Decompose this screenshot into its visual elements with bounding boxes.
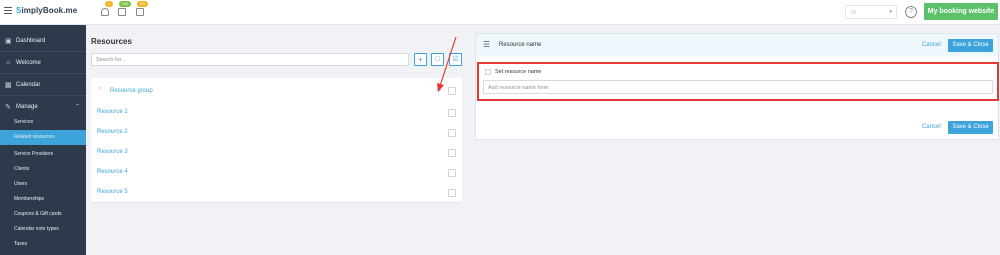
sidebar-subitem-related-resources[interactable]: Related resources (0, 130, 86, 145)
user-icon: ☺ (850, 9, 858, 16)
chevron-down-icon: ▾ (889, 9, 892, 15)
sidebar-subitem-service-providers[interactable]: Service Providers (0, 147, 86, 162)
checkbox-icon: ☑ (452, 56, 459, 63)
resource-list: ☺ Resource group + Resource 1 Resource 2… (91, 78, 462, 203)
sidebar-subitem-calendar-note-types[interactable]: Calendar note types (0, 222, 86, 237)
group-checkbox[interactable] (448, 87, 456, 95)
sidebar-subitem-services[interactable]: Services (0, 115, 86, 130)
sidebar-subitem-taxes[interactable]: Taxes (0, 237, 86, 252)
list-item[interactable]: Resource 5 (91, 183, 462, 203)
list-item[interactable]: Resource 4 (91, 163, 462, 183)
editor-header: ☰ Resource name Cancel Save & Close (476, 34, 998, 56)
list-item[interactable]: Resource 3 (91, 143, 462, 163)
chevron-up-icon: ⌃ (74, 104, 80, 110)
save-close-button-bottom[interactable]: Save & Close (948, 121, 993, 134)
help-icon[interactable]: ? (905, 6, 917, 18)
list-item[interactable]: Resource 1 (91, 103, 462, 123)
save-close-button[interactable]: Save & Close (948, 39, 993, 52)
select-all-button[interactable]: ☑ (449, 53, 462, 66)
sidebar-subitem-clients[interactable]: Clients (0, 162, 86, 177)
set-name-checkbox[interactable] (485, 69, 491, 75)
sidebar-subitem-users[interactable]: Users (0, 177, 86, 192)
item-checkbox[interactable] (448, 169, 456, 177)
delete-button[interactable]: □ (431, 53, 444, 66)
item-checkbox[interactable] (448, 109, 456, 117)
filter-icon: ☰ (483, 40, 491, 49)
group-icon: ☺ (97, 86, 104, 92)
add-button[interactable]: + (414, 53, 427, 66)
add-to-group-icon[interactable]: + (436, 85, 441, 95)
list-item[interactable]: Resource 2 (91, 123, 462, 143)
top-bar: SimplyBook.me 1 100 89 ☺ ▾ ? My booking … (0, 0, 1000, 25)
notification-badge: 1 (105, 1, 113, 7)
dashboard-icon: ▣ (5, 38, 12, 45)
resource-name-input[interactable]: Add resource name here (483, 80, 993, 94)
search-input[interactable]: Search for... (91, 53, 409, 66)
user-dropdown[interactable]: ☺ ▾ (845, 5, 897, 19)
logo[interactable]: SimplyBook.me (16, 6, 77, 15)
notification-badge: 89 (137, 1, 148, 7)
my-booking-website-button[interactable]: My booking website (924, 3, 998, 20)
page-title: Resources (91, 37, 132, 46)
cancel-button[interactable]: Cancel (922, 42, 941, 48)
sidebar-subitem-memberships[interactable]: Memberships (0, 192, 86, 207)
calendar-icon[interactable] (136, 8, 144, 16)
sidebar-item-dashboard[interactable]: ▣ Dashboard (0, 30, 86, 52)
notification-badge: 100 (119, 1, 131, 7)
calendar-icon: ▦ (5, 82, 12, 89)
trash-icon: □ (435, 56, 440, 63)
sidebar-item-welcome[interactable]: ☼ Welcome (0, 52, 86, 74)
calendar-check-icon[interactable] (118, 8, 126, 16)
resource-group-row[interactable]: ☺ Resource group + (91, 82, 462, 100)
cancel-button-bottom[interactable]: Cancel (922, 124, 941, 130)
item-checkbox[interactable] (448, 149, 456, 157)
sidebar-item-calendar[interactable]: ▦ Calendar (0, 74, 86, 96)
item-checkbox[interactable] (448, 189, 456, 197)
item-checkbox[interactable] (448, 129, 456, 137)
sidebar-subitem-coupons[interactable]: Coupons & Gift cards (0, 207, 86, 222)
set-name-label: Set resource name (495, 69, 542, 75)
menu-icon[interactable] (4, 7, 12, 14)
lightbulb-icon: ☼ (5, 59, 12, 66)
bell-icon[interactable] (101, 8, 109, 16)
sidebar: ▣ Dashboard ☼ Welcome ▦ Calendar ✎ Manag… (0, 25, 86, 255)
pencil-icon: ✎ (5, 104, 11, 111)
